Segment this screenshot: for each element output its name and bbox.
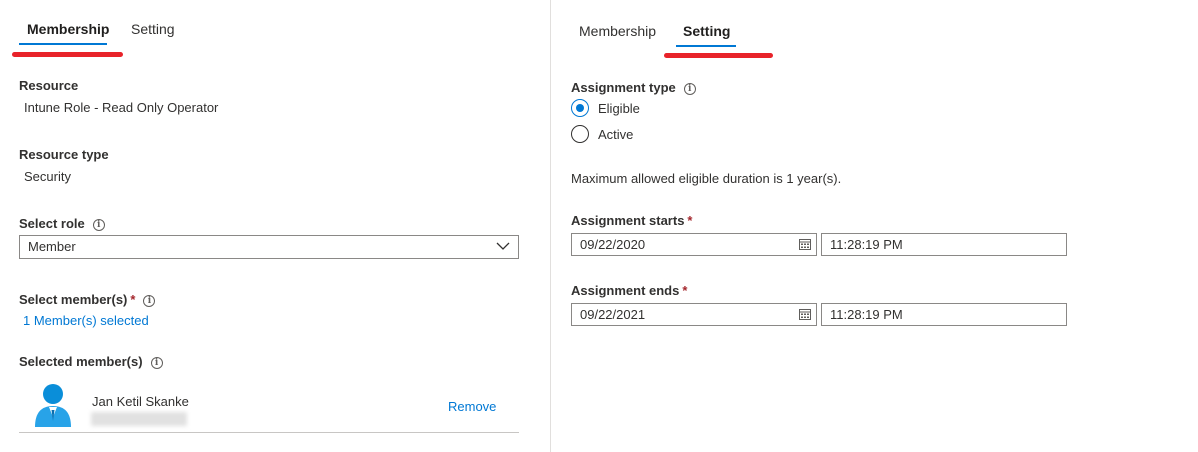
role-dropdown-value: Member xyxy=(28,239,76,254)
end-time-input[interactable]: 11:28:19 PM xyxy=(821,303,1067,326)
assignment-type-label: Assignment type i xyxy=(571,80,696,95)
radio-eligible-circle[interactable] xyxy=(571,99,589,117)
member-email-redacted xyxy=(91,412,187,426)
tab-active-underline xyxy=(19,43,107,45)
required-asterisk: * xyxy=(130,292,136,307)
required-asterisk: * xyxy=(687,213,693,228)
radio-active[interactable]: Active xyxy=(571,125,633,143)
tab-membership[interactable]: Membership xyxy=(27,21,109,37)
annotation-underline xyxy=(664,53,773,58)
info-icon[interactable]: i xyxy=(143,295,156,307)
max-duration-text: Maximum allowed eligible duration is 1 y… xyxy=(571,171,842,186)
end-date-value: 09/22/2021 xyxy=(580,307,646,322)
annotation-underline xyxy=(12,52,123,57)
radio-eligible-label: Eligible xyxy=(598,100,640,116)
radio-eligible[interactable]: Eligible xyxy=(571,99,640,117)
resource-type-label: Resource type xyxy=(19,147,109,162)
info-icon[interactable]: i xyxy=(150,357,163,369)
start-date-input[interactable]: 09/22/2020 xyxy=(571,233,817,256)
resource-label: Resource xyxy=(19,78,79,93)
radio-active-label: Active xyxy=(598,126,634,142)
resource-type-value: Security xyxy=(24,169,71,184)
assignment-starts-label: Assignment starts * xyxy=(571,213,693,228)
membership-panel: Membership Setting Resource Intune Role … xyxy=(0,0,550,452)
start-date-value: 09/22/2020 xyxy=(580,237,646,252)
select-role-label: Select role i xyxy=(19,216,105,231)
members-selected-link[interactable]: 1 Member(s) selected xyxy=(23,313,149,328)
info-icon[interactable]: i xyxy=(92,219,105,231)
member-row: Jan Ketil Skanke Remove xyxy=(19,375,519,433)
tab-setting[interactable]: Setting xyxy=(131,21,175,37)
start-time-value: 11:28:19 PM xyxy=(830,237,903,252)
radio-active-circle[interactable] xyxy=(571,125,589,143)
tab-membership[interactable]: Membership xyxy=(579,23,656,39)
selected-members-label: Selected member(s) i xyxy=(19,354,163,369)
calendar-icon[interactable] xyxy=(799,239,811,250)
chevron-down-icon xyxy=(496,242,510,250)
end-date-input[interactable]: 09/22/2021 xyxy=(571,303,817,326)
member-name: Jan Ketil Skanke xyxy=(92,394,189,409)
info-icon[interactable]: i xyxy=(683,83,696,95)
assignment-ends-label: Assignment ends * xyxy=(571,283,688,298)
user-avatar-icon xyxy=(35,384,71,427)
remove-member-link[interactable]: Remove xyxy=(448,399,496,414)
tab-setting[interactable]: Setting xyxy=(683,23,730,39)
resource-value: Intune Role - Read Only Operator xyxy=(24,100,219,115)
panel-divider xyxy=(550,0,551,452)
start-time-input[interactable]: 11:28:19 PM xyxy=(821,233,1067,256)
end-time-value: 11:28:19 PM xyxy=(830,307,903,322)
required-asterisk: * xyxy=(682,283,688,298)
select-members-label: Select member(s) * i xyxy=(19,292,156,307)
tab-active-underline xyxy=(676,45,736,47)
calendar-icon[interactable] xyxy=(799,309,811,320)
role-dropdown[interactable]: Member xyxy=(19,235,519,259)
